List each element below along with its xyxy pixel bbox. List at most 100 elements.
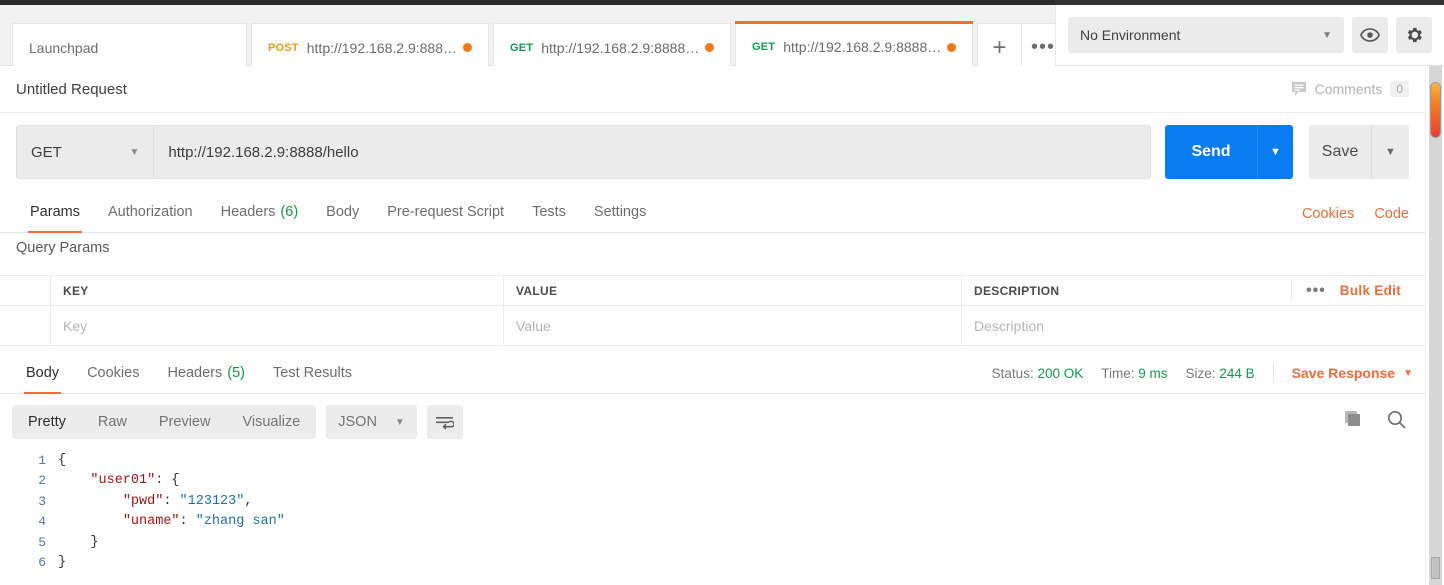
divider <box>1272 364 1274 382</box>
response-format-value: JSON <box>338 414 377 430</box>
line-content: "pwd": "123123", <box>122 493 253 509</box>
param-key-input[interactable]: Key <box>51 306 504 345</box>
tab-list: Launchpad POST http://192.168.2.9:8888/...… <box>12 21 1065 71</box>
status-group: Status: 200 OK <box>992 366 1084 381</box>
ellipsis-icon[interactable]: ••• <box>1290 281 1326 300</box>
copy-icon <box>1345 410 1360 426</box>
environment-quick-look-button[interactable] <box>1352 17 1388 53</box>
size-group: Size: 244 B <box>1186 366 1255 381</box>
chevron-down-icon: ▼ <box>394 416 405 428</box>
view-mode-visualize[interactable]: Visualize <box>226 405 316 439</box>
environment-selector[interactable]: No Environment ▼ <box>1068 17 1344 53</box>
tab-launchpad[interactable]: Launchpad <box>12 23 247 71</box>
response-tab-test-results[interactable]: Test Results <box>259 352 366 393</box>
tab-get-req-u[interactable]: GET http://192.168.2.9:8888/u... <box>493 23 731 71</box>
search-button[interactable] <box>1386 409 1407 435</box>
wrap-lines-button[interactable] <box>426 405 463 439</box>
tab-label: http://192.168.2.9:8888/h... <box>783 39 943 55</box>
tab-method-label: POST <box>268 41 299 54</box>
request-tab-params[interactable]: Params <box>16 191 94 233</box>
send-button-group: Send ▼ <box>1165 125 1293 179</box>
code-link[interactable]: Code <box>1374 206 1409 222</box>
url-input[interactable]: http://192.168.2.9:8888/hello <box>153 125 1151 179</box>
response-tab-count: (5) <box>227 364 245 381</box>
tab-get-req-h[interactable]: GET http://192.168.2.9:8888/h... <box>735 21 973 71</box>
response-view-mode-group: Pretty Raw Preview Visualize <box>12 405 317 439</box>
request-tab-tests[interactable]: Tests <box>518 191 580 232</box>
view-mode-preview[interactable]: Preview <box>143 405 227 439</box>
tab-post-req[interactable]: POST http://192.168.2.9:8888/... <box>251 23 489 71</box>
new-tab-button[interactable]: + <box>977 23 1021 71</box>
response-tab-headers[interactable]: Headers (5) <box>153 352 259 393</box>
param-value-input[interactable]: Value <box>504 306 962 345</box>
comments-button[interactable]: Comments 0 <box>1291 81 1409 98</box>
time-group: Time: 9 ms <box>1101 366 1167 381</box>
size-label: Size: <box>1185 365 1216 381</box>
view-mode-pretty[interactable]: Pretty <box>12 405 82 439</box>
tab-method-label: GET <box>752 41 776 53</box>
code-line-list: 1{2 "user01": {3 "pwd": "123123", 4 "unam… <box>0 450 1425 573</box>
request-tab-group: Params Authorization Headers (6) Body Pre-req… <box>16 191 660 233</box>
request-tab-label: Params <box>30 203 80 220</box>
comment-icon <box>1291 81 1306 96</box>
line-content: "uname": "zhang san" <box>122 514 285 530</box>
code-line: 2 "user01": { <box>0 471 1425 492</box>
request-tab-headers[interactable]: Headers (6) <box>207 191 313 232</box>
save-options-button[interactable]: ▼ <box>1371 125 1409 179</box>
request-tab-body[interactable]: Body <box>312 191 373 232</box>
send-options-button[interactable]: ▼ <box>1257 125 1293 179</box>
column-header-key: KEY <box>51 276 504 305</box>
table-row: Key Value Description <box>0 306 1425 346</box>
code-line: 5 } <box>0 532 1425 553</box>
chevron-down-icon: ▼ <box>1322 29 1332 41</box>
page-title: Untitled Request <box>16 80 127 98</box>
line-number: 4 <box>38 514 46 530</box>
code-line: 6} <box>0 553 1425 574</box>
scrollbar-thumb[interactable] <box>1430 82 1441 138</box>
column-header-description-label: DESCRIPTION <box>974 283 1060 298</box>
bulk-edit-link[interactable]: Bulk Edit <box>1340 283 1401 298</box>
tab-label: http://192.168.2.9:8888/... <box>306 39 459 56</box>
response-tab-cookies[interactable]: Cookies <box>73 352 153 393</box>
select-all-cell <box>0 276 51 305</box>
settings-button[interactable] <box>1396 17 1432 53</box>
request-tab-label: Pre-request Script <box>387 203 505 220</box>
chevron-down-icon: ▼ <box>1403 367 1413 379</box>
line-number: 3 <box>38 493 46 509</box>
request-section-tabs: Params Authorization Headers (6) Body Pre-req… <box>0 191 1425 233</box>
line-number: 5 <box>38 534 46 550</box>
request-tab-pre-request-script[interactable]: Pre-request Script <box>373 191 518 232</box>
save-button[interactable]: Save <box>1309 125 1371 179</box>
send-button[interactable]: Send <box>1165 125 1257 179</box>
time-label: Time: <box>1101 365 1135 381</box>
row-checkbox-cell[interactable] <box>0 306 51 345</box>
status-value: 200 OK <box>1037 365 1084 381</box>
request-tab-authorization[interactable]: Authorization <box>94 191 207 232</box>
param-description-input[interactable]: Description <box>962 306 1425 345</box>
chevron-down-icon: ▼ <box>129 146 140 158</box>
page-scrollbar[interactable] <box>1425 66 1444 585</box>
response-tab-body[interactable]: Body <box>12 352 73 394</box>
response-tab-label: Test Results <box>273 364 352 381</box>
request-tab-label: Settings <box>593 203 647 220</box>
tab-label: Launchpad <box>29 39 99 56</box>
request-title-row: Untitled Request Comments 0 <box>0 66 1425 113</box>
response-format-selector[interactable]: JSON ▼ <box>326 405 417 439</box>
cookies-link[interactable]: Cookies <box>1302 206 1354 222</box>
copy-button[interactable] <box>1344 410 1364 435</box>
scrollbar-bottom-marker[interactable] <box>1431 557 1440 579</box>
request-tab-settings[interactable]: Settings <box>580 191 660 232</box>
request-tab-links: Cookies Code <box>1302 206 1409 232</box>
scrollbar-track[interactable] <box>1429 66 1442 585</box>
response-body-code[interactable]: 1{2 "user01": {3 "pwd": "123123", 4 "unam… <box>0 450 1425 585</box>
save-response-button[interactable]: Save Response ▼ <box>1292 365 1413 381</box>
eye-icon <box>1360 28 1380 42</box>
column-header-value: VALUE <box>504 276 962 305</box>
request-tab-label: Tests <box>532 203 566 220</box>
environment-bar: No Environment ▼ <box>1055 5 1444 66</box>
url-row: GET ▼ http://192.168.2.9:8888/hello Send… <box>0 113 1425 191</box>
view-mode-raw[interactable]: Raw <box>82 405 143 439</box>
http-method-selector[interactable]: GET ▼ <box>16 125 154 179</box>
wrap-lines-icon <box>436 416 455 430</box>
line-number: 6 <box>38 555 46 571</box>
